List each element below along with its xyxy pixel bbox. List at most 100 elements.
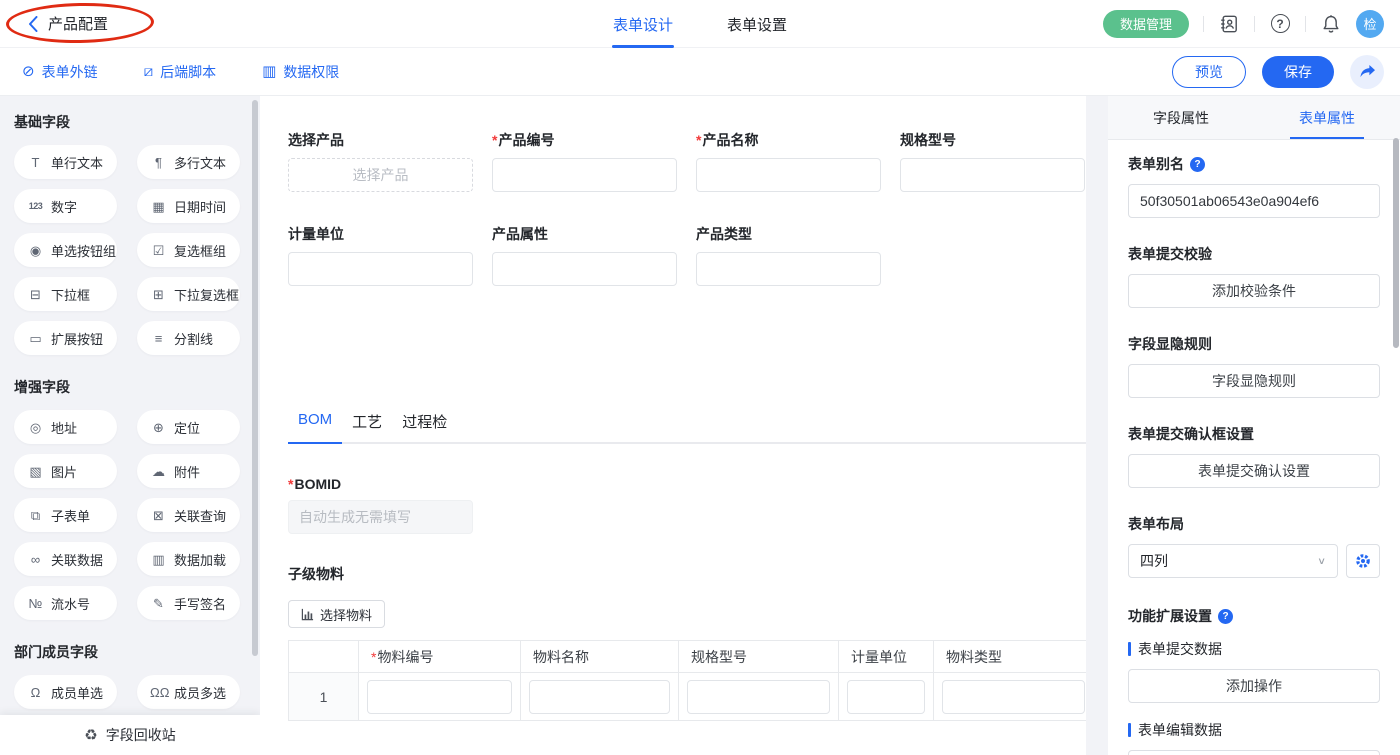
field-pill-serial-number[interactable]: №流水号: [14, 586, 117, 620]
material-code-input[interactable]: [367, 680, 512, 714]
required-mark: *: [492, 132, 497, 148]
product-type-input[interactable]: [696, 252, 881, 286]
multiline-text-icon: ¶: [150, 156, 167, 169]
select-product-picker[interactable]: 选择产品: [288, 158, 473, 192]
add-validation-button[interactable]: 添加校验条件: [1128, 274, 1380, 308]
form-field-product-type[interactable]: 产品类型: [696, 224, 881, 286]
form-field-product-code[interactable]: *产品编号: [492, 130, 677, 192]
help-badge-icon[interactable]: ?: [1190, 157, 1205, 172]
field-pill-data-load[interactable]: ▥ 数据加载: [137, 542, 240, 576]
backend-script-button[interactable]: ⧄ 后端脚本: [144, 62, 217, 82]
material-spec-input[interactable]: [687, 680, 830, 714]
field-recycle-bin[interactable]: ♻ 字段回收站: [0, 715, 260, 755]
product-code-input[interactable]: [492, 158, 677, 192]
field-pill-number[interactable]: 123数字: [14, 189, 117, 223]
field-pill-select[interactable]: ⊟下拉框: [14, 277, 117, 311]
tab-process-check[interactable]: 过程检: [392, 411, 457, 442]
data-manage-button[interactable]: 数据管理: [1103, 10, 1189, 38]
preview-button[interactable]: 预览: [1172, 56, 1246, 88]
address-book-icon[interactable]: [1218, 13, 1240, 35]
field-pill-radio-group[interactable]: ◉单选按钮组: [14, 233, 117, 267]
tab-form-properties[interactable]: 表单属性: [1254, 96, 1400, 139]
col-label: 物料类型: [946, 649, 1002, 665]
field-pill-extend-button[interactable]: ▭扩展按钮: [14, 321, 117, 355]
field-pill-address[interactable]: ◎地址: [14, 410, 117, 444]
form-field-select-product[interactable]: 选择产品 选择产品: [288, 130, 473, 192]
pill-label: 数据加载: [174, 550, 226, 569]
field-pill-datetime[interactable]: ▦日期时间: [137, 189, 240, 223]
link-icon: ⊘: [22, 64, 35, 79]
layout-select[interactable]: 四列 ∨: [1128, 544, 1338, 578]
form-layout-label: 表单布局: [1128, 514, 1380, 534]
product-name-input[interactable]: [696, 158, 881, 192]
field-visibility-button[interactable]: 字段显隐规则: [1128, 364, 1380, 398]
multi-dropdown-icon: ⊞: [150, 288, 167, 301]
form-canvas: 选择产品 选择产品 *产品编号 *产品名称 规格型号 计量单: [260, 96, 1086, 755]
notification-bell-icon[interactable]: [1320, 13, 1342, 35]
chart-icon: ▥: [150, 553, 167, 566]
edit-data-add-action-button[interactable]: 添加操作: [1128, 750, 1380, 755]
share-button[interactable]: [1350, 55, 1384, 89]
tab-process[interactable]: 工艺: [342, 411, 392, 442]
material-type-input[interactable]: [942, 680, 1085, 714]
field-pill-checkbox-group[interactable]: ☑复选框组: [137, 233, 240, 267]
tab-form-design[interactable]: 表单设计: [613, 0, 673, 48]
field-library-sidebar: 基础字段 T单行文本 ¶多行文本 123数字 ▦日期时间 ◉单选按钮组 ☑复选框…: [0, 96, 260, 755]
sidebar-scrollbar[interactable]: [252, 100, 258, 656]
form-field-product-name[interactable]: *产品名称: [696, 130, 881, 192]
cell-material-type: [934, 673, 1087, 721]
form-field-unit[interactable]: 计量单位: [288, 224, 473, 286]
product-attribute-input[interactable]: [492, 252, 677, 286]
form-field-product-attribute[interactable]: 产品属性: [492, 224, 677, 286]
field-pill-divider-line[interactable]: ≡分割线: [137, 321, 240, 355]
cell-unit: [839, 673, 934, 721]
layout-settings-button[interactable]: [1346, 544, 1380, 578]
tab-field-properties-label: 字段属性: [1153, 108, 1209, 128]
pill-label: 成员单选: [51, 683, 103, 702]
material-name-input[interactable]: [529, 680, 670, 714]
back-navigation[interactable]: 产品配置: [20, 9, 116, 38]
field-pill-member-multi[interactable]: ΩΩ成员多选: [137, 675, 240, 709]
tab-form-settings[interactable]: 表单设置: [727, 0, 787, 48]
field-pill-member-single[interactable]: Ω成员单选: [14, 675, 117, 709]
select-material-button[interactable]: 选择物料: [288, 600, 385, 628]
help-badge-icon[interactable]: ?: [1218, 609, 1233, 624]
form-validation-group: 表单提交校验 添加校验条件: [1128, 244, 1380, 308]
unit-input[interactable]: [288, 252, 473, 286]
submit-data-add-action-button[interactable]: 添加操作: [1128, 669, 1380, 703]
page-title: 产品配置: [48, 13, 108, 34]
field-pill-image[interactable]: ▧图片: [14, 454, 117, 488]
sub-material-title: 子级物料: [288, 564, 1086, 584]
field-pill-multiline-text[interactable]: ¶多行文本: [137, 145, 240, 179]
extension-label: 功能扩展设置: [1128, 606, 1212, 626]
tab-bom[interactable]: BOM: [288, 411, 342, 442]
data-permission-button[interactable]: ▥ 数据权限: [262, 62, 339, 82]
tab-process-check-label: 过程检: [402, 414, 447, 431]
help-icon[interactable]: ?: [1269, 13, 1291, 35]
save-button[interactable]: 保存: [1262, 56, 1334, 88]
field-pill-relation-data[interactable]: ∞关联数据: [14, 542, 117, 576]
form-alias-input[interactable]: [1128, 184, 1380, 218]
group-marker: [1128, 642, 1131, 656]
external-link-button[interactable]: ⊘ 表单外链: [22, 62, 98, 82]
submit-confirm-button[interactable]: 表单提交确认设置: [1128, 454, 1380, 488]
field-pill-relation-query[interactable]: ⊠关联查询: [137, 498, 240, 532]
spec-model-input[interactable]: [900, 158, 1085, 192]
group-marker: [1128, 723, 1131, 737]
field-pill-signature[interactable]: ✎手写签名: [137, 586, 240, 620]
field-pill-attachment[interactable]: ☁附件: [137, 454, 240, 488]
form-field-bomid[interactable]: *BOMID: [288, 476, 1086, 534]
pill-label: 附件: [174, 462, 200, 481]
field-pill-geolocation[interactable]: ⊕定位: [137, 410, 240, 444]
tab-field-properties[interactable]: 字段属性: [1108, 96, 1254, 139]
material-unit-input[interactable]: [847, 680, 925, 714]
field-pill-multi-select[interactable]: ⊞下拉复选框: [137, 277, 240, 311]
external-link-label: 表单外链: [42, 62, 98, 82]
field-pill-single-line-text[interactable]: T单行文本: [14, 145, 117, 179]
user-avatar[interactable]: 检: [1356, 10, 1384, 38]
script-icon: ⧄: [144, 64, 154, 79]
pill-label: 手写签名: [174, 594, 226, 613]
form-field-spec-model[interactable]: 规格型号: [900, 130, 1085, 192]
field-pill-subform[interactable]: ⧉子表单: [14, 498, 117, 532]
window-scrollbar[interactable]: [1393, 138, 1399, 348]
